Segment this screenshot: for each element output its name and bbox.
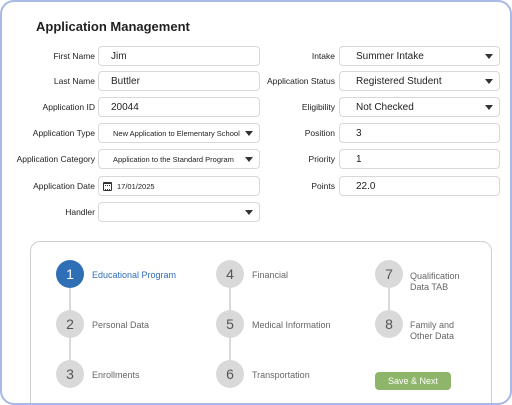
application-status-label: Application Status	[266, 76, 335, 86]
application-category-label: Application Category	[16, 154, 95, 164]
application-category-select[interactable]: Application to the Standard Program	[98, 149, 260, 169]
first-name-field[interactable]: Jim	[98, 46, 260, 66]
step-8-label-line2: Other Data	[410, 331, 455, 341]
step-6-circle[interactable]: 6	[216, 360, 244, 388]
step-4-circle[interactable]: 4	[216, 260, 244, 288]
handler-select[interactable]	[98, 202, 260, 222]
step-8-circle[interactable]: 8	[375, 310, 403, 338]
application-id-field[interactable]: 20044	[98, 97, 260, 117]
first-name-label: First Name	[53, 51, 95, 61]
step-7-label-line2: Data TAB	[410, 282, 449, 292]
application-date-field[interactable]: 17/01/2025	[98, 176, 260, 196]
application-id-label: Application ID	[42, 102, 95, 112]
step-7-label[interactable]: Qualification Data TAB	[410, 271, 460, 293]
step-connector	[229, 338, 231, 360]
chevron-down-icon	[485, 79, 493, 84]
last-name-field[interactable]: Buttler	[98, 71, 260, 91]
step-1-circle[interactable]: 1	[56, 260, 84, 288]
position-field[interactable]: 3	[339, 123, 500, 143]
application-type-select[interactable]: New Application to Elementary School	[98, 123, 260, 143]
step-7-label-line1: Qualification	[410, 271, 460, 281]
position-value: 3	[356, 128, 362, 139]
priority-field[interactable]: 1	[339, 149, 500, 169]
chevron-down-icon	[485, 54, 493, 59]
chevron-down-icon	[245, 210, 253, 215]
priority-label: Priority	[308, 154, 335, 164]
application-type-value: New Application to Elementary School	[113, 129, 240, 138]
intake-select[interactable]: Summer Intake	[339, 46, 500, 66]
chevron-down-icon	[485, 105, 493, 110]
eligibility-select[interactable]: Not Checked	[339, 97, 500, 117]
step-4-label[interactable]: Financial	[252, 270, 288, 281]
step-5-circle[interactable]: 5	[216, 310, 244, 338]
application-category-value: Application to the Standard Program	[113, 155, 234, 164]
step-5-label[interactable]: Medical Information	[252, 320, 331, 331]
eligibility-value: Not Checked	[356, 102, 414, 113]
step-1-label[interactable]: Educational Program	[92, 270, 176, 281]
page-title: Application Management	[36, 19, 190, 34]
step-connector	[388, 288, 390, 310]
step-connector	[229, 288, 231, 310]
points-value: 22.0	[356, 181, 376, 192]
calendar-icon[interactable]	[103, 182, 112, 191]
priority-value: 1	[356, 154, 362, 165]
step-connector	[69, 288, 71, 310]
step-3-circle[interactable]: 3	[56, 360, 84, 388]
intake-label: Intake	[311, 51, 335, 61]
application-date-label: Application Date	[33, 181, 95, 191]
step-2-label[interactable]: Personal Data	[92, 320, 149, 331]
handler-label: Handler	[65, 207, 95, 217]
save-next-button[interactable]: Save & Next	[375, 372, 451, 390]
last-name-value: Buttler	[111, 76, 140, 87]
step-7-circle[interactable]: 7	[375, 260, 403, 288]
step-6-label[interactable]: Transportation	[252, 370, 310, 381]
step-3-label[interactable]: Enrollments	[92, 370, 140, 381]
step-8-label-line1: Family and	[410, 320, 455, 330]
eligibility-label: Eligibility	[301, 102, 335, 112]
step-connector	[69, 338, 71, 360]
position-label: Position	[304, 128, 335, 138]
application-id-value: 20044	[111, 102, 139, 113]
application-status-select[interactable]: Registered Student	[339, 71, 500, 91]
last-name-label: Last Name	[53, 76, 95, 86]
intake-value: Summer Intake	[356, 51, 424, 62]
points-field[interactable]: 22.0	[339, 176, 500, 196]
step-8-label[interactable]: Family and Other Data	[410, 320, 454, 342]
points-label: Points	[311, 181, 335, 191]
first-name-value: Jim	[111, 51, 127, 62]
application-type-label: Application Type	[32, 128, 95, 138]
application-window: Application Management First Name Jim La…	[0, 0, 512, 405]
step-2-circle[interactable]: 2	[56, 310, 84, 338]
application-status-value: Registered Student	[356, 76, 442, 87]
application-date-value: 17/01/2025	[117, 182, 155, 191]
